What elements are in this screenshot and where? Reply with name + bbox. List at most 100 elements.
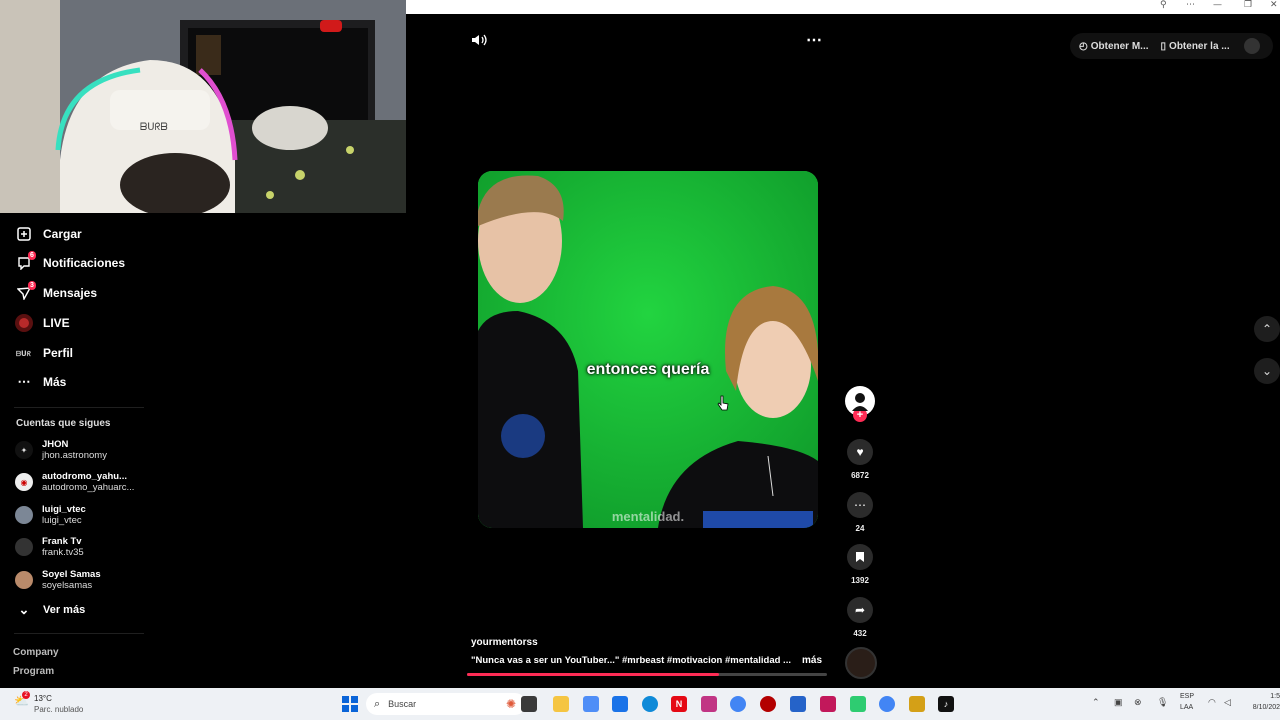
following-item[interactable]: luigi_vtec luigi_vtec	[15, 504, 86, 526]
sidebar-item-label: LIVE	[43, 316, 70, 330]
music-disc-icon	[845, 647, 877, 679]
tray-chevron-up-icon[interactable]: ⌃	[1092, 697, 1100, 708]
weather-temp[interactable]: 13°C	[34, 694, 52, 703]
bookmark-icon	[847, 544, 873, 570]
avatar: ◉	[15, 473, 33, 491]
tiktok-icon[interactable]: ♪	[938, 696, 954, 712]
netflix-icon[interactable]: N	[671, 696, 687, 712]
opera-icon[interactable]	[760, 696, 776, 712]
svg-text:ᗷᑌᖇ: ᗷᑌᖇ	[16, 350, 32, 358]
next-video-button[interactable]: ⌄	[1254, 358, 1280, 384]
see-more-button[interactable]: ⌄ Ver más	[14, 599, 86, 621]
sidebar-item-cargar[interactable]: Cargar	[14, 223, 82, 245]
inbox-icon: 6	[14, 251, 36, 273]
tray-network-icon[interactable]: ⊗	[1134, 697, 1142, 708]
menu-icon[interactable]: ⋯	[1186, 0, 1195, 10]
more-icon: ⋯	[17, 374, 31, 389]
video-description: "Nunca vas a ser un YouTuber..." #mrbeas…	[471, 655, 791, 666]
edge-icon[interactable]	[642, 696, 658, 712]
close-button[interactable]: ✕	[1270, 0, 1278, 10]
following-item[interactable]: Frank Tv frank.tv35	[15, 536, 84, 558]
copilot-icon[interactable]	[583, 696, 599, 712]
video-progress-bar[interactable]	[467, 673, 827, 676]
extension-icon[interactable]: ⚲	[1160, 0, 1167, 10]
sidebar-item-mas[interactable]: ⋯ Más	[14, 371, 67, 393]
minimize-button[interactable]: —	[1213, 0, 1222, 10]
following-handle: soyelsamas	[42, 580, 93, 591]
windows-taskbar: ⛅ 2 13°C Parc. nublado ⌕ Buscar ✺ N ♪ ⌃ …	[0, 688, 1280, 720]
sidebar-item-label: Mensajes	[43, 286, 98, 300]
volume-icon[interactable]	[471, 33, 487, 50]
notification-badge: 6	[28, 251, 36, 260]
previous-video-button[interactable]: ⌃	[1254, 316, 1280, 342]
webcam-overlay: ᗷᑌᖇᗷ	[0, 0, 406, 213]
weather-desc[interactable]: Parc. nublado	[34, 705, 83, 714]
get-app-button-2[interactable]: Obtener la ...	[1169, 41, 1230, 52]
get-app-button-1[interactable]: Obtener M...	[1091, 41, 1149, 52]
mouse-cursor-icon	[717, 395, 729, 411]
task-view-icon[interactable]	[521, 696, 537, 712]
profile-avatar[interactable]	[1243, 38, 1260, 54]
following-item[interactable]: ✦ JHON jhon.astronomy	[15, 439, 107, 461]
sidebar-item-mensajes[interactable]: 3 Mensajes	[14, 281, 98, 304]
chrome-icon[interactable]	[730, 696, 746, 712]
clock-time[interactable]: 1:5	[1244, 693, 1280, 700]
sidebar-item-live[interactable]: LIVE	[14, 312, 70, 334]
following-name: Soyel Samas	[42, 569, 101, 580]
volume-tray-icon[interactable]: ◁	[1224, 697, 1231, 708]
chevron-up-icon: ⌃	[1261, 322, 1273, 336]
following-handle: autodromo_yahuarc...	[42, 482, 135, 493]
avatar: ✦	[15, 441, 33, 459]
app-icon[interactable]	[820, 696, 836, 712]
comment-button[interactable]: ⋯ 24	[845, 492, 875, 533]
following-item[interactable]: ◉ autodromo_yahu... autodromo_yahuarc...	[15, 471, 134, 493]
video-more-icon[interactable]: ⋯	[806, 30, 822, 50]
see-more-label: Ver más	[43, 604, 86, 616]
save-button[interactable]: 1392	[845, 544, 875, 585]
following-handle: frank.tv35	[42, 547, 84, 558]
footer-link-company[interactable]: Company	[13, 647, 59, 658]
sidebar-item-perfil[interactable]: ᗷᑌᖇ Perfil	[14, 342, 73, 364]
microphone-icon[interactable]: 🎙	[1157, 697, 1168, 708]
upload-icon	[14, 224, 34, 244]
shield-icon[interactable]	[790, 696, 806, 712]
video-player[interactable]: entonces quería mentalidad.	[478, 171, 818, 528]
divider	[14, 633, 144, 634]
video-watermark: mentalidad.	[611, 509, 685, 524]
video-caption: entonces quería	[586, 361, 710, 378]
share-button[interactable]: ➦ 432	[845, 597, 875, 638]
chrome-active-icon[interactable]	[879, 696, 895, 712]
live-icon	[14, 313, 34, 333]
store-icon[interactable]	[612, 696, 628, 712]
messages-badge: 3	[28, 281, 36, 290]
sidebar-item-label: Cargar	[43, 227, 82, 241]
sound-disc[interactable]	[845, 647, 877, 679]
wifi-icon[interactable]: ◠	[1208, 697, 1216, 708]
taskbar-search-box[interactable]: ⌕ Buscar ✺	[366, 693, 526, 715]
footer-link-program[interactable]: Program	[13, 666, 54, 677]
language-indicator[interactable]: ESP	[1180, 693, 1194, 700]
windows-start-icon[interactable]	[342, 696, 358, 712]
search-icon: ⌕	[374, 697, 381, 710]
search-highlight-icon: ✺	[505, 697, 516, 711]
tray-app-icon[interactable]: ▣	[1114, 697, 1123, 708]
avatar	[15, 571, 33, 589]
sidebar-item-label: Más	[43, 375, 67, 389]
creator-avatar[interactable]: +	[845, 386, 875, 422]
following-handle: luigi_vtec	[42, 515, 82, 526]
sidebar-item-notificaciones[interactable]: 6 Notificaciones	[14, 251, 125, 274]
following-item[interactable]: Soyel Samas soyelsamas	[15, 569, 101, 591]
file-explorer-icon[interactable]	[553, 696, 569, 712]
game-icon[interactable]	[850, 696, 866, 712]
like-button[interactable]: ♥ 6872	[845, 439, 875, 480]
maximize-button[interactable]: ❐	[1244, 0, 1252, 10]
phone-icon: ▯	[1160, 40, 1167, 52]
instagram-icon[interactable]	[701, 696, 717, 712]
like-count: 6872	[851, 471, 869, 480]
video-author[interactable]: yourmentorss	[471, 637, 538, 648]
bug-icon[interactable]	[909, 696, 925, 712]
svg-text:ᗷᑌᖇᗷ: ᗷᑌᖇᗷ	[140, 122, 168, 133]
more-link[interactable]: más	[802, 655, 822, 666]
progress-fill	[467, 673, 719, 676]
language-sub: LAA	[1180, 704, 1194, 711]
